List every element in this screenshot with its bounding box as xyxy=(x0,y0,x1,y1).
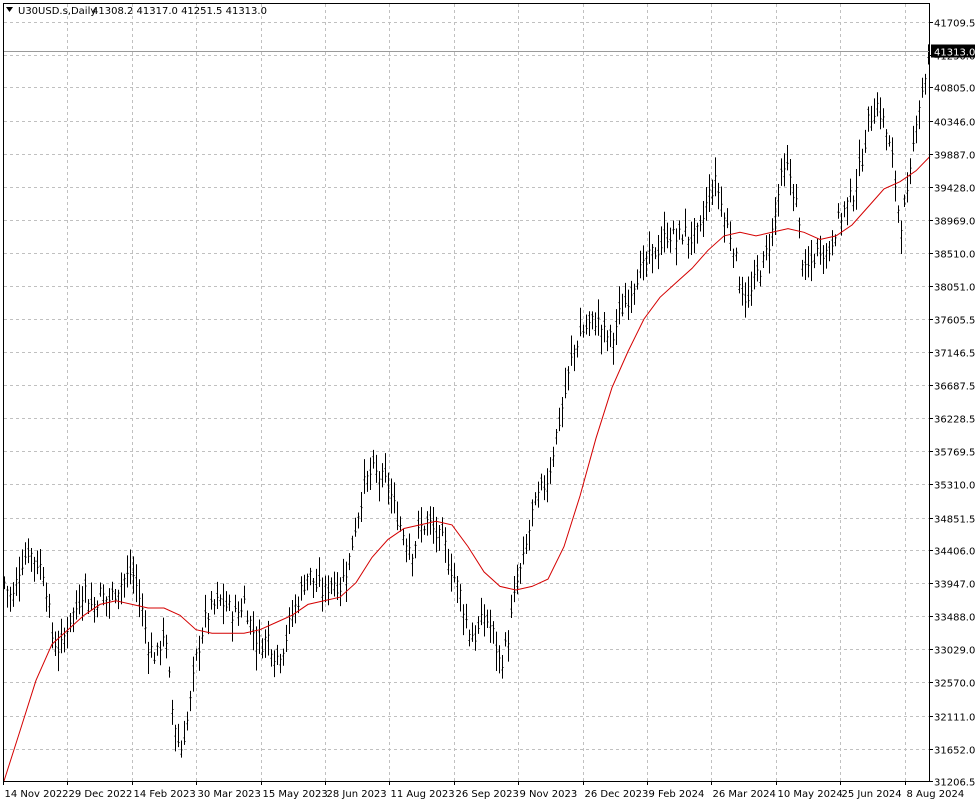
y-tick-label: 40346.0 xyxy=(934,118,975,129)
y-tick-label: 32111.0 xyxy=(934,713,975,724)
y-tick-label: 36228.5 xyxy=(934,415,975,426)
symbol-label: U30USD.s,Daily xyxy=(18,6,96,17)
chart-window: 41709.541250.040805.040346.039887.039428… xyxy=(0,0,978,805)
chart-header: U30USD.s,Daily 41308.2 41317.0 41251.5 4… xyxy=(6,6,267,17)
price-axis[interactable]: 41709.541250.040805.040346.039887.039428… xyxy=(929,19,975,789)
y-tick-label: 34851.5 xyxy=(934,515,975,526)
y-tick-label: 33488.0 xyxy=(934,613,975,624)
time-axis[interactable]: 14 Nov 2022 29 Dec 2022 14 Feb 2023 30 Mar … xyxy=(3,781,965,800)
y-tick-label: 41709.5 xyxy=(934,19,975,30)
y-tick-label: 37605.5 xyxy=(934,316,975,327)
price-bars xyxy=(3,44,930,758)
y-tick-label: 38051.0 xyxy=(934,283,975,294)
y-tick-label: 31206.5 xyxy=(934,778,975,789)
x-tick-label: 10 May 2024 xyxy=(778,789,843,800)
y-tick-label: 34406.0 xyxy=(934,547,975,558)
x-tick-label: 29 Dec 2022 xyxy=(69,789,133,800)
y-tick-label: 39887.0 xyxy=(934,151,975,162)
x-tick-label: 26 Dec 2023 xyxy=(585,789,649,800)
x-tick-label: 8 Aug 2024 xyxy=(907,789,965,800)
x-tick-label: 15 May 2023 xyxy=(263,789,328,800)
x-tick-label: 26 Mar 2024 xyxy=(713,789,776,800)
y-tick-label: 38969.0 xyxy=(934,217,975,228)
y-tick-label: 33947.0 xyxy=(934,580,975,591)
y-tick-label: 39428.0 xyxy=(934,184,975,195)
x-tick-label: 28 Jun 2023 xyxy=(327,789,387,800)
dropdown-triangle-icon[interactable] xyxy=(6,7,13,12)
x-tick-label: 11 Aug 2023 xyxy=(391,789,455,800)
y-tick-label: 33029.0 xyxy=(934,646,975,657)
y-tick-label: 37146.5 xyxy=(934,349,975,360)
plot-border xyxy=(3,3,930,782)
price-chart[interactable]: 41709.541250.040805.040346.039887.039428… xyxy=(0,0,978,805)
x-tick-label: 14 Nov 2022 xyxy=(5,789,69,800)
x-tick-label: 9 Feb 2024 xyxy=(649,789,705,800)
y-tick-label: 35769.5 xyxy=(934,448,975,459)
y-tick-label: 31652.0 xyxy=(934,746,975,757)
x-tick-label: 25 Jun 2024 xyxy=(842,789,902,800)
y-tick-label: 40805.0 xyxy=(934,84,975,95)
x-tick-label: 26 Sep 2023 xyxy=(456,789,519,800)
x-tick-label: 30 Mar 2023 xyxy=(198,789,261,800)
moving-average-line xyxy=(3,156,931,782)
y-tick-label: 35310.0 xyxy=(934,481,975,492)
ohlc-values: 41308.2 41317.0 41251.5 41313.0 xyxy=(92,6,267,17)
x-tick-label: 14 Feb 2023 xyxy=(134,789,196,800)
y-tick-label: 36687.5 xyxy=(934,382,975,393)
current-price-tag: 41313.0 xyxy=(931,44,975,59)
x-tick-label: 9 Nov 2023 xyxy=(520,789,578,800)
y-tick-label: 32570.0 xyxy=(934,679,975,690)
grid-layer xyxy=(3,4,929,782)
current-price-label: 41313.0 xyxy=(934,48,975,59)
y-tick-label: 38510.0 xyxy=(934,250,975,261)
